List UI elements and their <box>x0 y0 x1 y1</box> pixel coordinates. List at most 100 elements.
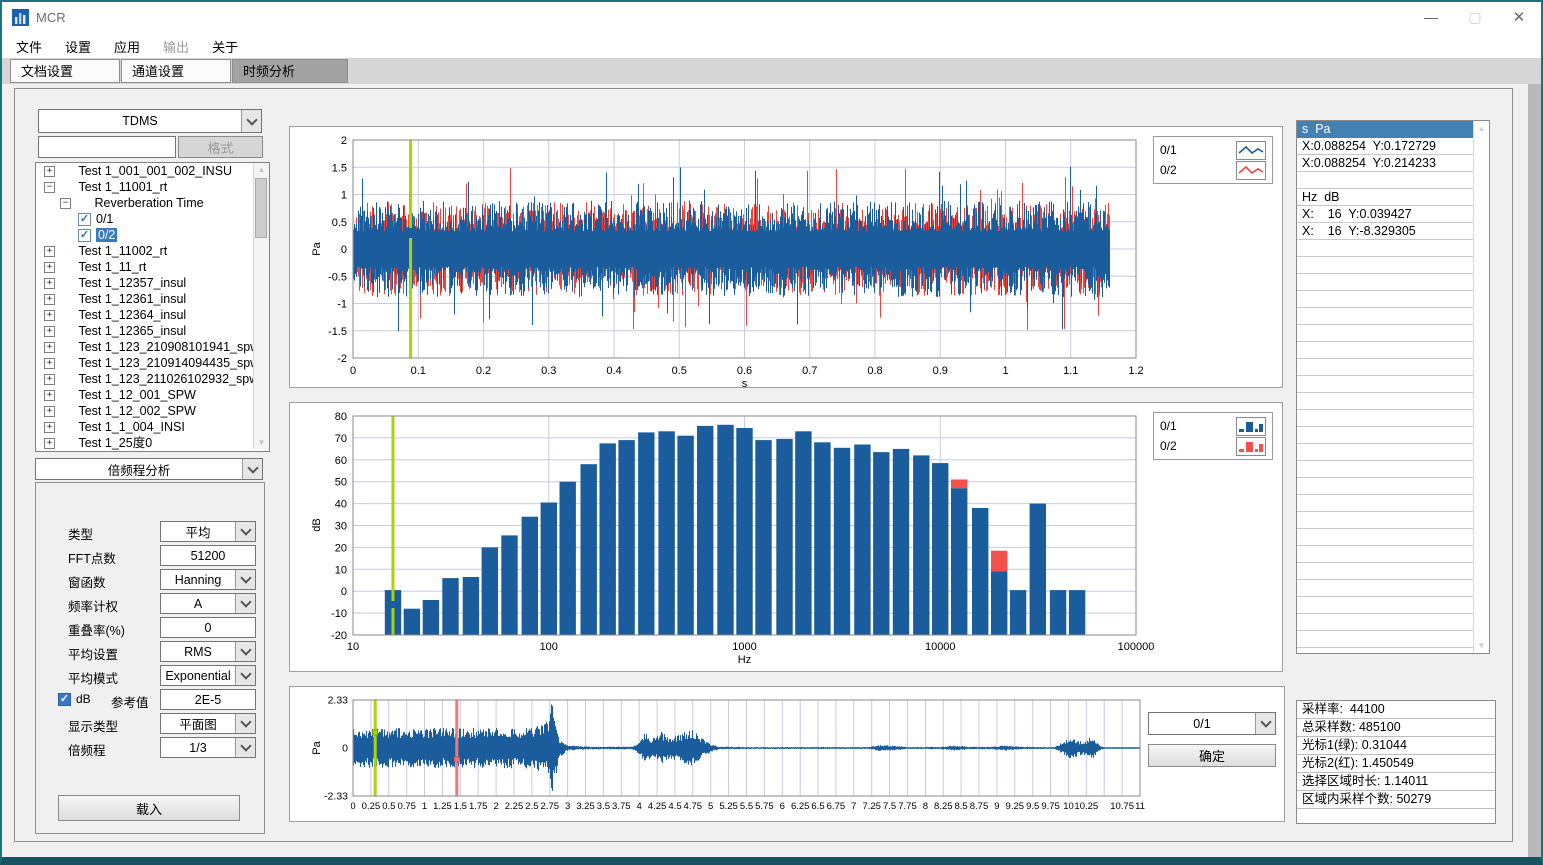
chevron-down-icon[interactable] <box>1255 713 1275 734</box>
file-format-combo[interactable]: TDMS <box>38 109 262 133</box>
readout-row[interactable] <box>1297 546 1475 563</box>
chevron-down-icon[interactable] <box>235 594 255 613</box>
minimize-button[interactable]: — <box>1409 2 1453 32</box>
menu-item-设置[interactable]: 设置 <box>56 32 100 61</box>
collapse-icon[interactable]: − <box>60 198 71 209</box>
readout-row[interactable] <box>1297 325 1475 342</box>
legend-item-0/1[interactable]: 0/1 <box>1160 416 1266 436</box>
expand-icon[interactable]: + <box>44 374 55 385</box>
tree-item[interactable]: + Test 1_123_210908101941_spw <box>36 339 269 355</box>
expand-icon[interactable]: + <box>44 438 55 449</box>
chevron-down-icon[interactable] <box>235 642 255 661</box>
tree-item[interactable]: + Test 1_12365_insul <box>36 323 269 339</box>
param-combo-平均模式[interactable]: Exponential <box>160 665 256 686</box>
expand-icon[interactable]: + <box>44 262 55 273</box>
close-button[interactable]: ✕ <box>1497 2 1541 32</box>
tree-scrollbar[interactable]: ▲▼ <box>253 163 269 449</box>
readout-row[interactable] <box>1297 478 1475 495</box>
readout-row[interactable] <box>1297 393 1475 410</box>
param-combo-显示类型[interactable]: 平面图 <box>160 713 256 734</box>
tab-时频分析[interactable]: 时频分析 <box>232 59 348 83</box>
menu-item-输出[interactable]: 输出 <box>154 32 198 61</box>
readout-row[interactable] <box>1297 614 1475 631</box>
readout-row[interactable] <box>1297 444 1475 461</box>
readout-row[interactable] <box>1297 580 1475 597</box>
param-combo-倍频程[interactable]: 1/3 <box>160 737 256 758</box>
tree-item[interactable]: + Test 1_12_002_SPW <box>36 403 269 419</box>
readout-row[interactable] <box>1297 257 1475 274</box>
readout-row[interactable] <box>1297 342 1475 359</box>
filter-input[interactable] <box>38 136 176 158</box>
scroll-down-icon[interactable]: ▼ <box>1474 641 1489 650</box>
tree-item[interactable]: + Test 1_123_211026102932_spw <box>36 371 269 387</box>
tree-item[interactable]: + Test 1_123_210914094435_spw <box>36 355 269 371</box>
maximize-button[interactable]: ▢ <box>1453 2 1497 32</box>
time-overview-plot[interactable]: 2.330-2.3300.250.50.7511.251.51.7522.252… <box>290 687 1284 821</box>
expand-icon[interactable]: + <box>44 406 55 417</box>
expand-icon[interactable]: + <box>44 246 55 257</box>
tree-item[interactable]: + Test 1_12361_insul <box>36 291 269 307</box>
readout-scrollbar[interactable]: ▲▼ <box>1473 121 1489 653</box>
readout-row[interactable]: X: 16 Y:0.039427 <box>1297 206 1475 223</box>
readout-row[interactable] <box>1297 308 1475 325</box>
readout-row[interactable] <box>1297 597 1475 614</box>
param-input-重叠率(%)[interactable]: 0 <box>160 617 256 638</box>
tab-通道设置[interactable]: 通道设置 <box>121 59 231 83</box>
readout-row[interactable] <box>1297 529 1475 546</box>
analysis-type-combo[interactable]: 倍频程分析 <box>35 458 263 480</box>
format-button[interactable]: 格式 <box>178 136 263 158</box>
tab-文档设置[interactable]: 文档设置 <box>10 59 120 83</box>
chevron-down-icon[interactable] <box>235 666 255 685</box>
expand-icon[interactable]: + <box>44 390 55 401</box>
collapse-icon[interactable]: − <box>44 182 55 193</box>
readout-row[interactable]: Hz dB <box>1297 189 1475 206</box>
readout-row[interactable] <box>1297 291 1475 308</box>
tree-item[interactable]: ✓0/2 <box>36 227 269 243</box>
expand-icon[interactable]: + <box>44 342 55 353</box>
tree-item[interactable]: − Reverberation Time <box>36 195 269 211</box>
chevron-down-icon[interactable] <box>235 570 255 589</box>
time-zoom-plot[interactable]: 21.510.50-0.5-1-1.5-200.10.20.30.40.50.6… <box>290 127 1282 387</box>
db-checkbox[interactable]: ✓ <box>58 693 71 706</box>
expand-icon[interactable]: + <box>44 294 55 305</box>
expand-icon[interactable]: + <box>44 310 55 321</box>
checkbox-checked-icon[interactable]: ✓ <box>78 229 91 242</box>
param-input-FFT点数[interactable]: 51200 <box>160 545 256 566</box>
menu-item-关于[interactable]: 关于 <box>203 32 247 61</box>
expand-icon[interactable]: + <box>44 278 55 289</box>
readout-row[interactable] <box>1297 427 1475 444</box>
readout-row[interactable] <box>1297 376 1475 393</box>
legend-item-0/2[interactable]: 0/2 <box>1160 436 1266 456</box>
param-combo-频率计权[interactable]: A <box>160 593 256 614</box>
reference-value-input[interactable]: 2E-5 <box>160 689 256 710</box>
tree-item[interactable]: + Test 1_12357_insul <box>36 275 269 291</box>
tree-item[interactable]: + Test 1_12_001_SPW <box>36 387 269 403</box>
chevron-down-icon[interactable] <box>241 110 261 132</box>
tree-item[interactable]: + Test 1_001_001_002_INSU <box>36 163 269 179</box>
tree-item[interactable]: − Test 1_11001_rt <box>36 179 269 195</box>
overview-channel-combo[interactable]: 0/1 <box>1148 712 1276 735</box>
chevron-down-icon[interactable] <box>235 738 255 757</box>
chevron-down-icon[interactable] <box>242 459 262 479</box>
readout-row[interactable] <box>1297 631 1475 648</box>
readout-row[interactable] <box>1297 461 1475 478</box>
readout-row[interactable] <box>1297 172 1475 189</box>
octave-spectrum-plot[interactable]: 80706050403020100-10-2010100100010000100… <box>290 403 1282 671</box>
chevron-down-icon[interactable] <box>235 522 255 541</box>
expand-icon[interactable]: + <box>44 358 55 369</box>
expand-icon[interactable]: + <box>44 422 55 433</box>
tree-item[interactable]: + Test 1_11002_rt <box>36 243 269 259</box>
readout-row[interactable] <box>1297 563 1475 580</box>
expand-icon[interactable]: + <box>44 166 55 177</box>
confirm-button[interactable]: 确定 <box>1148 744 1276 767</box>
chevron-down-icon[interactable] <box>235 714 255 733</box>
checkbox-checked-icon[interactable]: ✓ <box>78 213 91 226</box>
legend-item-0/1[interactable]: 0/1 <box>1160 140 1266 160</box>
readout-row[interactable]: X: 16 Y:-8.329305 <box>1297 223 1475 240</box>
readout-row[interactable] <box>1297 240 1475 257</box>
load-button[interactable]: 载入 <box>58 795 240 821</box>
readout-row[interactable]: X:0.088254 Y:0.214233 <box>1297 155 1475 172</box>
readout-row[interactable] <box>1297 495 1475 512</box>
readout-row[interactable] <box>1297 512 1475 529</box>
param-combo-平均设置[interactable]: RMS <box>160 641 256 662</box>
